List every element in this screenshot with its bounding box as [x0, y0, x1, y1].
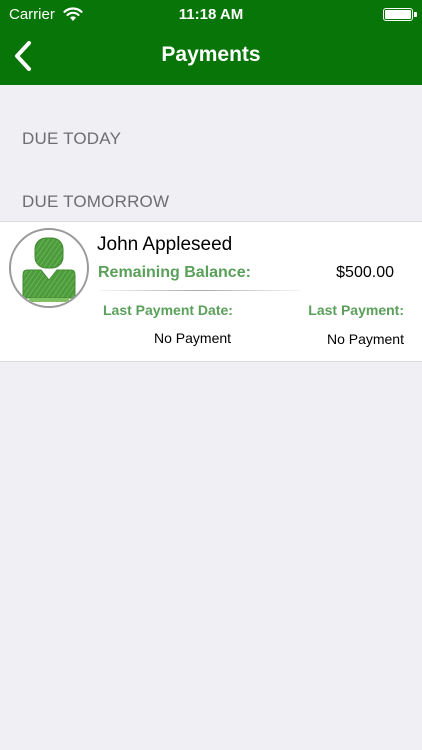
page-title: Payments — [161, 43, 261, 66]
payment-list-item[interactable]: John Appleseed Remaining Balance: $500.0… — [0, 221, 422, 362]
section-header-due-today: DUE TODAY — [22, 129, 122, 148]
divider — [100, 290, 300, 291]
last-payment-label: Last Payment: — [308, 302, 404, 318]
last-payment-value: No Payment — [326, 331, 404, 347]
avatar — [9, 228, 89, 308]
last-payment-date-label: Last Payment Date: — [103, 302, 233, 318]
last-payment-date-value: No Payment — [154, 330, 232, 346]
section-header-due-tomorrow: DUE TOMORROW — [22, 192, 170, 211]
person-icon — [22, 237, 76, 302]
status-bar: Carrier 11:18 AM — [0, 0, 422, 32]
status-time: 11:18 AM — [178, 6, 244, 23]
battery-tip — [414, 12, 417, 17]
remaining-balance-label: Remaining Balance: — [98, 264, 251, 281]
customer-name: John Appleseed — [97, 234, 233, 255]
navigation-bar: Carrier 11:18 AM Payments — [0, 0, 422, 85]
battery-icon — [383, 8, 413, 21]
remaining-balance-value: $500.00 — [336, 264, 394, 281]
battery-level — [385, 10, 411, 19]
